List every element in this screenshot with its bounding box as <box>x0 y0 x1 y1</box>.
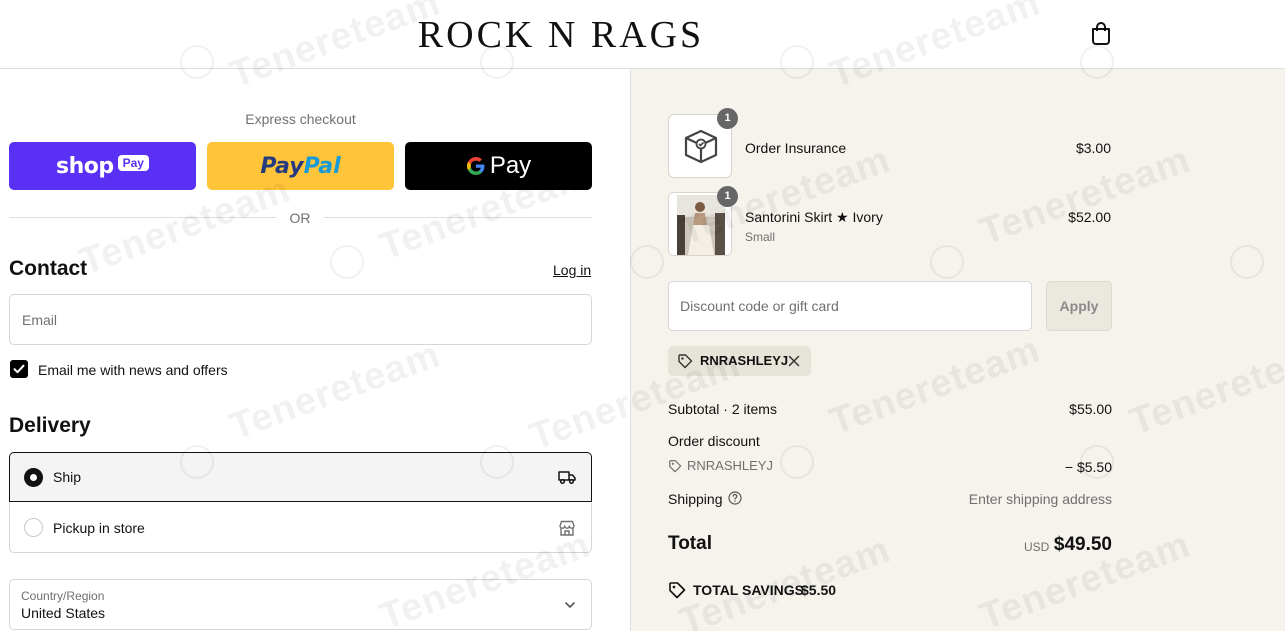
tag-icon <box>669 460 682 473</box>
shipping-value: Enter shipping address <box>968 491 1112 507</box>
google-g-icon <box>466 157 485 175</box>
email-input[interactable] <box>10 295 591 344</box>
google-pay-button[interactable]: Pay <box>405 142 592 190</box>
help-circle-icon[interactable] <box>728 491 742 505</box>
order-discount-label: Order discount <box>668 433 760 449</box>
item-variant: Small <box>745 230 776 244</box>
google-pay-label: Pay <box>489 152 532 179</box>
pickup-label: Pickup in store <box>53 519 145 536</box>
pickup-radio[interactable] <box>24 518 43 537</box>
login-link[interactable]: Log in <box>553 262 591 278</box>
express-checkout-title: Express checkout <box>245 111 356 127</box>
item-name: Santorini Skirt ★ Ivory <box>745 209 883 225</box>
country-select[interactable]: Country/Region United States <box>9 579 592 630</box>
country-label: Country/Region <box>21 589 105 603</box>
delivery-title: Delivery <box>9 414 91 437</box>
paypal-wordmark: PayPal <box>260 154 340 179</box>
applied-discount-chip: RNRASHLEYJ <box>668 346 811 376</box>
newsletter-checkbox[interactable] <box>10 360 28 378</box>
item-price: $3.00 <box>1075 140 1111 156</box>
total-label: Total <box>668 533 712 554</box>
subtotal-label: Subtotal · 2 items <box>668 401 777 417</box>
ship-radio[interactable] <box>24 467 43 487</box>
watermark-seal <box>330 245 364 279</box>
discount-input[interactable] <box>669 282 1031 330</box>
currency-code: USD <box>1024 540 1050 554</box>
shopping-bag-icon[interactable] <box>1088 20 1114 46</box>
quantity-badge: 1 <box>717 108 738 129</box>
header: ROCK N RAGS <box>0 0 1285 69</box>
divider-right <box>324 217 592 218</box>
savings-tag-icon <box>669 582 686 599</box>
shipping-label: Shipping <box>668 491 723 507</box>
brand-logo[interactable]: ROCK N RAGS <box>0 13 1122 57</box>
newsletter-label[interactable]: Email me with news and offers <box>38 362 228 378</box>
order-discount-code: RNRASHLEYJ <box>687 458 773 473</box>
total-savings-value: $5.50 <box>801 582 837 598</box>
delivery-option-ship[interactable]: Ship <box>9 452 592 502</box>
contact-title: Contact <box>9 257 88 280</box>
paypal-word-2: Pal <box>303 153 341 179</box>
close-icon[interactable] <box>786 353 802 369</box>
total-value: $49.50 <box>1053 534 1112 555</box>
apply-button[interactable]: Apply <box>1046 281 1112 331</box>
tag-icon <box>678 354 693 369</box>
item-price: $52.00 <box>1068 209 1111 225</box>
ship-label: Ship <box>53 469 82 485</box>
paypal-button[interactable]: PayPal <box>207 142 394 190</box>
shop-pay-wordmark: shop <box>56 153 114 179</box>
item-name: Order Insurance <box>745 140 847 156</box>
divider-left <box>9 217 276 218</box>
total-savings-label: TOTAL SAVINGS <box>693 582 804 598</box>
delivery-option-pickup[interactable]: Pickup in store <box>9 503 592 553</box>
store-icon <box>559 520 575 536</box>
paypal-word-1: Pay <box>260 153 304 179</box>
order-discount-value: − $5.50 <box>1064 459 1112 475</box>
discount-field[interactable] <box>668 281 1032 331</box>
watermark: Tenereteam <box>224 333 446 449</box>
shop-pay-button[interactable]: shop Pay <box>9 142 196 190</box>
quantity-badge: 1 <box>717 186 738 207</box>
shop-pay-badge: Pay <box>117 155 149 171</box>
delivery-truck-icon <box>558 471 576 485</box>
email-field[interactable] <box>9 294 592 345</box>
subtotal-value: $55.00 <box>1069 401 1112 417</box>
checkmark-icon <box>13 364 25 374</box>
google-pay-wordmark: Pay <box>466 152 531 180</box>
chevron-down-icon <box>565 602 575 608</box>
or-separator: OR <box>289 210 311 226</box>
applied-discount-code: RNRASHLEYJ <box>700 353 789 368</box>
country-value: United States <box>21 605 106 621</box>
